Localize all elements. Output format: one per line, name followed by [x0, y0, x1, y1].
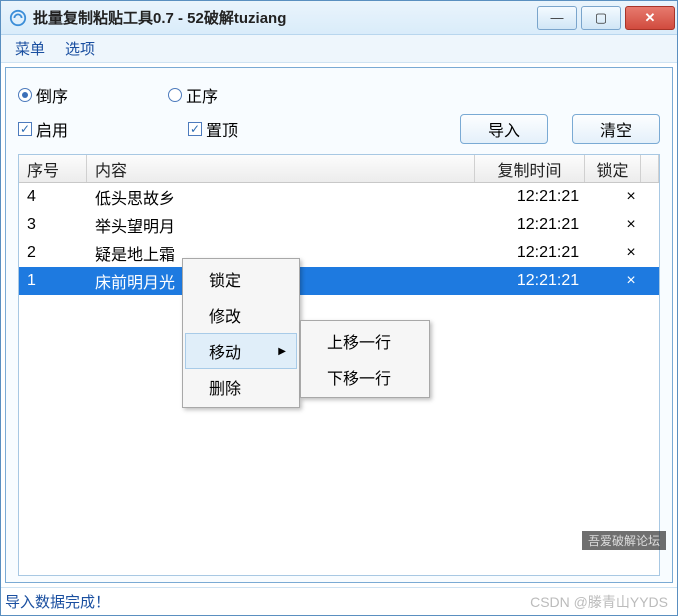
cell-lock: × [603, 267, 659, 295]
titlebar: 批量复制粘贴工具0.7 - 52破解tuziang — ▢ ✕ [1, 1, 677, 35]
cell-lock: × [603, 211, 659, 239]
menu-main[interactable]: 菜单 [5, 36, 55, 61]
col-scroll-spacer [641, 155, 659, 182]
table-row[interactable]: 4低头思故乡12:21:21× [19, 183, 659, 211]
minimize-button[interactable]: — [537, 6, 577, 30]
cell-num: 2 [19, 239, 87, 267]
cell-lock: × [603, 239, 659, 267]
ctx-delete[interactable]: 删除 [185, 369, 297, 405]
table-row[interactable]: 2疑是地上霜12:21:21× [19, 239, 659, 267]
app-icon [9, 9, 27, 27]
check-enable[interactable]: ✓ 启用 [18, 117, 188, 141]
menubar: 菜单 选项 [1, 35, 677, 63]
watermark: CSDN @滕青山YYDS [530, 592, 668, 612]
cell-num: 1 [19, 267, 87, 295]
order-row: 倒序 正序 [18, 78, 660, 112]
context-menu: 锁定 修改 移动 ▶ 删除 [182, 258, 300, 408]
table-row[interactable]: 3举头望明月12:21:21× [19, 211, 659, 239]
check-enable-label: 启用 [36, 117, 68, 141]
ctx-lock[interactable]: 锁定 [185, 261, 297, 297]
window-controls: — ▢ ✕ [537, 6, 675, 30]
cell-content: 低头思故乡 [87, 183, 493, 211]
cell-num: 4 [19, 183, 87, 211]
ctx-edit[interactable]: 修改 [185, 297, 297, 333]
cell-num: 3 [19, 211, 87, 239]
checkbox-icon: ✓ [18, 122, 32, 136]
ctx-move-down[interactable]: 下移一行 [303, 359, 427, 395]
check-topmost-label: 置顶 [206, 117, 238, 141]
checkbox-icon: ✓ [188, 122, 202, 136]
cell-lock: × [603, 183, 659, 211]
cell-time: 12:21:21 [493, 211, 603, 239]
client-area: 倒序 正序 ✓ 启用 ✓ 置顶 导入 清空 序号 [5, 67, 673, 583]
radio-desc-label: 倒序 [36, 83, 68, 107]
table-row[interactable]: 1床前明月光12:21:21× [19, 267, 659, 295]
menu-options[interactable]: 选项 [55, 36, 105, 61]
import-button[interactable]: 导入 [460, 114, 548, 144]
cell-time: 12:21:21 [493, 183, 603, 211]
cell-time: 12:21:21 [493, 239, 603, 267]
ctx-move[interactable]: 移动 ▶ [185, 333, 297, 369]
radio-asc-label: 正序 [186, 83, 218, 107]
clear-button[interactable]: 清空 [572, 114, 660, 144]
cell-content: 举头望明月 [87, 211, 493, 239]
radio-desc[interactable]: 倒序 [18, 83, 68, 107]
col-num[interactable]: 序号 [19, 155, 87, 182]
corner-tag: 吾爱破解论坛 [582, 531, 666, 550]
check-topmost[interactable]: ✓ 置顶 [188, 117, 238, 141]
radio-icon [168, 88, 182, 102]
status-text: 导入数据完成！ [5, 591, 110, 612]
order-radio-group: 倒序 正序 [18, 83, 218, 107]
close-button[interactable]: ✕ [625, 6, 675, 30]
toggle-row: ✓ 启用 ✓ 置顶 导入 清空 [18, 112, 660, 146]
col-content[interactable]: 内容 [87, 155, 475, 182]
app-window: 批量复制粘贴工具0.7 - 52破解tuziang — ▢ ✕ 菜单 选项 倒序… [0, 0, 678, 616]
window-title: 批量复制粘贴工具0.7 - 52破解tuziang [33, 7, 537, 28]
ctx-move-up[interactable]: 上移一行 [303, 323, 427, 359]
ctx-move-label: 移动 [209, 339, 241, 363]
maximize-button[interactable]: ▢ [581, 6, 621, 30]
submenu-arrow-icon: ▶ [278, 346, 286, 357]
radio-asc[interactable]: 正序 [168, 83, 218, 107]
col-time[interactable]: 复制时间 [475, 155, 585, 182]
col-lock[interactable]: 锁定 [585, 155, 641, 182]
table-header: 序号 内容 复制时间 锁定 [19, 155, 659, 183]
radio-icon [18, 88, 32, 102]
cell-time: 12:21:21 [493, 267, 603, 295]
context-submenu: 上移一行 下移一行 [300, 320, 430, 398]
